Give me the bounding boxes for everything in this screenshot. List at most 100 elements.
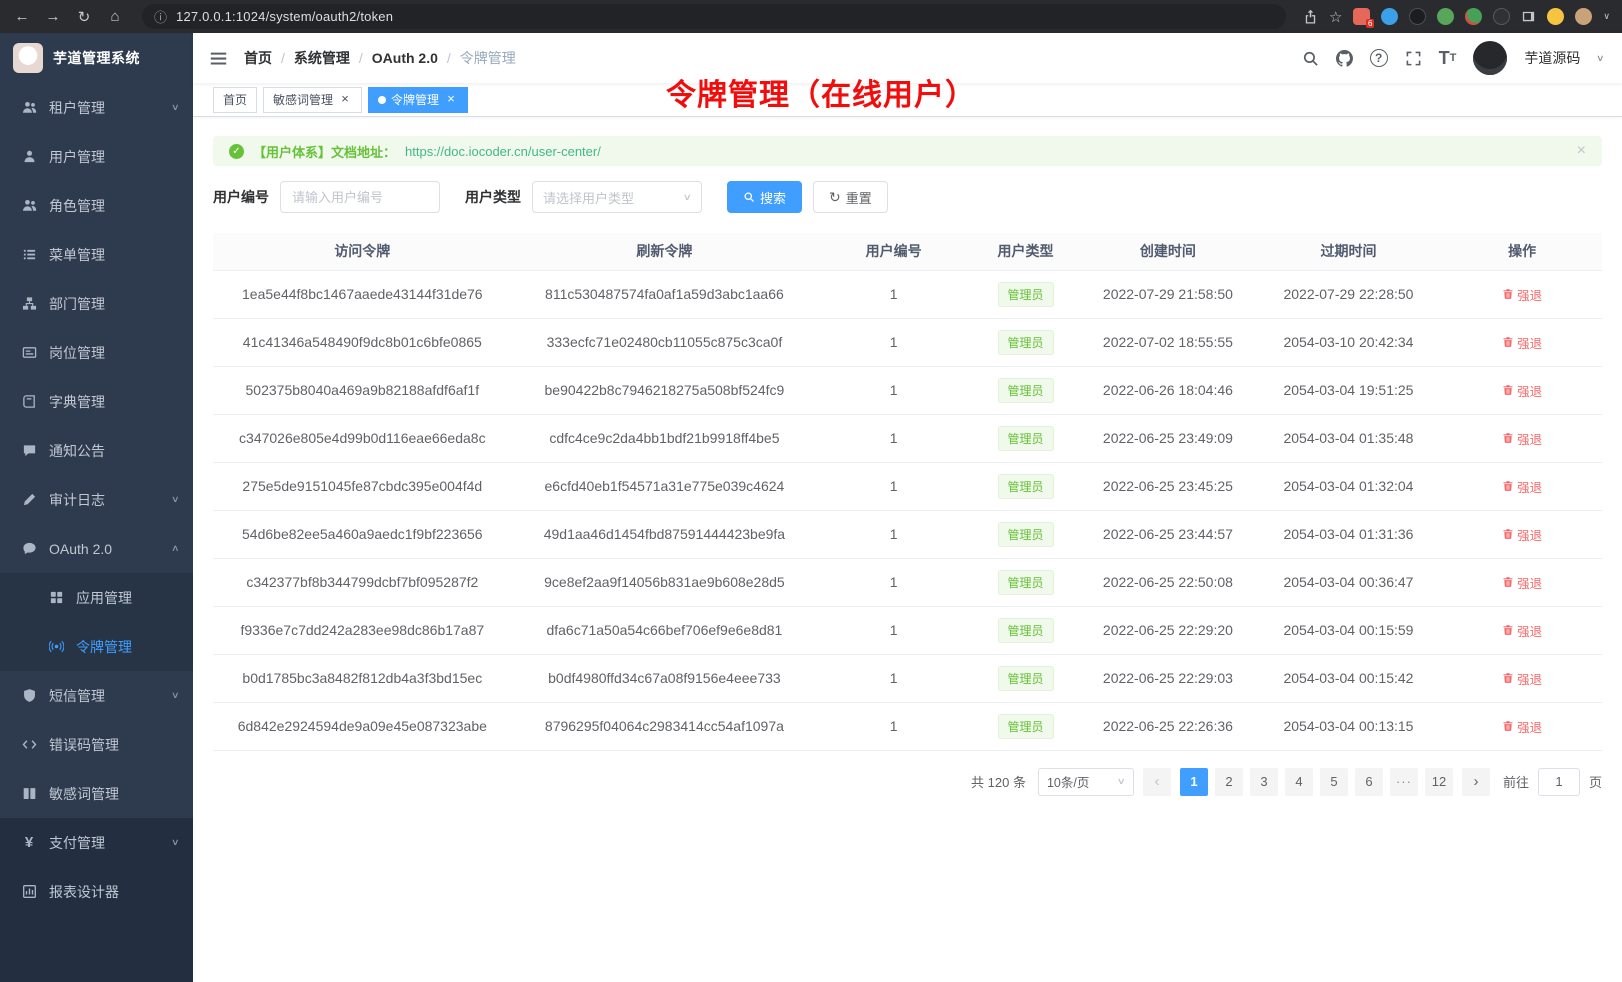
extension-icon[interactable]	[1465, 8, 1482, 25]
font-size-icon[interactable]: TT	[1439, 48, 1457, 69]
address-bar[interactable]: ⓘ 127.0.0.1:1024/system/oauth2/token	[142, 4, 1286, 29]
app-logo[interactable]: 芋道管理系统	[0, 33, 193, 83]
share-icon[interactable]	[1303, 9, 1318, 24]
sidebar-item-sms[interactable]: 短信管理∨	[0, 671, 193, 720]
page-button-6[interactable]: 6	[1355, 768, 1383, 796]
sidebar-item-label: 审计日志	[49, 490, 172, 510]
sidebar-item-report-designer[interactable]: 报表设计器	[0, 867, 193, 916]
hamburger-icon[interactable]	[209, 49, 228, 68]
extension-icon[interactable]	[1493, 8, 1510, 25]
sidebar-item-role[interactable]: 角色管理	[0, 181, 193, 230]
sidebar-item-error-code[interactable]: 错误码管理	[0, 720, 193, 769]
sidebar-item-pay[interactable]: ¥支付管理∨	[0, 818, 193, 867]
next-page-button[interactable]: ›	[1462, 768, 1490, 796]
sidebar-item-sensitive-word[interactable]: 敏感词管理	[0, 769, 193, 818]
sidebar-item-notice[interactable]: 通知公告	[0, 426, 193, 475]
sidebar-item-dept[interactable]: 部门管理	[0, 279, 193, 328]
breadcrumb-item[interactable]: 系统管理	[294, 48, 350, 68]
success-check-icon: ✓	[229, 144, 244, 159]
fullscreen-icon[interactable]	[1405, 50, 1422, 67]
page-button-4[interactable]: 4	[1285, 768, 1313, 796]
user-type-label: 用户类型	[465, 187, 521, 207]
page-button-3[interactable]: 3	[1250, 768, 1278, 796]
force-logout-button[interactable]: 强退	[1502, 429, 1542, 448]
sidebar-item-label: 应用管理	[76, 588, 179, 608]
forward-button[interactable]: →	[43, 8, 63, 25]
trash-icon	[1502, 336, 1514, 348]
user-avatar[interactable]	[1473, 41, 1507, 75]
tab-token[interactable]: 令牌管理 ×	[368, 87, 468, 113]
user-name[interactable]: 芋道源码	[1524, 48, 1580, 68]
extension-icon[interactable]: 6	[1353, 8, 1370, 25]
close-icon[interactable]: ×	[338, 93, 352, 107]
close-icon[interactable]: ×	[444, 93, 458, 107]
breadcrumb-item[interactable]: OAuth 2.0	[372, 50, 438, 66]
reload-button[interactable]: ↻	[74, 8, 94, 26]
force-logout-button[interactable]: 强退	[1502, 717, 1542, 736]
user-type-badge: 管理员	[998, 330, 1054, 355]
table-row: 502375b8040a469a9b82188afdf6af1fbe90422b…	[213, 366, 1602, 414]
page-button-12[interactable]: 12	[1425, 768, 1453, 796]
sidebar-item-label: 租户管理	[49, 98, 172, 118]
prev-page-button[interactable]: ‹	[1143, 768, 1171, 796]
sidebar-item-oauth2-token[interactable]: 令牌管理	[0, 622, 193, 671]
doc-link[interactable]: https://doc.iocoder.cn/user-center/	[405, 144, 601, 159]
sidebar-item-tenant[interactable]: 租户管理∨	[0, 83, 193, 132]
user-type-cell: 管理员	[970, 654, 1081, 702]
force-logout-button[interactable]: 强退	[1502, 333, 1542, 352]
user-id-label: 用户编号	[213, 187, 269, 207]
sidebar-item-oauth2-application[interactable]: 应用管理	[0, 573, 193, 622]
force-logout-button[interactable]: 强退	[1502, 525, 1542, 544]
goto-page-input[interactable]	[1538, 768, 1580, 796]
sidebar-item-dict[interactable]: 字典管理	[0, 377, 193, 426]
force-logout-button[interactable]: 强退	[1502, 285, 1542, 304]
reset-button[interactable]: ↻ 重置	[813, 181, 888, 213]
page-button-2[interactable]: 2	[1215, 768, 1243, 796]
page-button-5[interactable]: 5	[1320, 768, 1348, 796]
create-time-cell: 2022-06-25 22:50:08	[1081, 558, 1255, 606]
extension-icon[interactable]	[1437, 8, 1454, 25]
sidebar-item-user[interactable]: 用户管理	[0, 132, 193, 181]
back-button[interactable]: ←	[12, 8, 32, 25]
chevron-down-icon[interactable]: ∨	[1596, 53, 1605, 64]
search-icon[interactable]	[1302, 50, 1319, 67]
sidebar-item-post[interactable]: 岗位管理	[0, 328, 193, 377]
help-icon[interactable]: ?	[1370, 49, 1388, 67]
browser-profile-avatar[interactable]	[1575, 8, 1592, 25]
chevron-down-icon: ∨	[171, 494, 180, 505]
profile-emoji-avatar[interactable]	[1547, 8, 1564, 25]
chevron-down-icon[interactable]: ∨	[1603, 11, 1610, 22]
extension-icon[interactable]	[1381, 8, 1398, 25]
site-info-icon[interactable]: ⓘ	[154, 7, 167, 26]
tree-icon	[21, 296, 37, 312]
user-type-select[interactable]: 请选择用户类型 ∨	[532, 181, 702, 213]
search-button[interactable]: 搜索	[727, 181, 802, 213]
page-size-select[interactable]: 10条/页 ∨	[1038, 768, 1134, 796]
force-logout-button[interactable]: 强退	[1502, 573, 1542, 592]
column-header: 过期时间	[1255, 233, 1443, 270]
sidebar-item-menu[interactable]: 菜单管理	[0, 230, 193, 279]
sidebar-item-label: OAuth 2.0	[49, 541, 172, 557]
force-logout-button[interactable]: 强退	[1502, 621, 1542, 640]
sidebar-item-label: 敏感词管理	[49, 784, 179, 804]
home-button[interactable]: ⌂	[105, 8, 125, 25]
column-header: 访问令牌	[213, 233, 512, 270]
tab-home[interactable]: 首页	[213, 87, 257, 113]
user-id-input[interactable]	[280, 181, 440, 213]
force-logout-button[interactable]: 强退	[1502, 477, 1542, 496]
force-logout-button[interactable]: 强退	[1502, 669, 1542, 688]
alert-close-icon[interactable]: ×	[1577, 142, 1586, 160]
breadcrumb-separator: /	[447, 50, 451, 66]
page-more-button[interactable]: ···	[1390, 768, 1418, 796]
tab-label: 令牌管理	[391, 91, 439, 108]
extension-icon[interactable]	[1409, 8, 1426, 25]
force-logout-button[interactable]: 强退	[1502, 381, 1542, 400]
sidebar-item-oauth2[interactable]: OAuth 2.0∧	[0, 524, 193, 573]
github-icon[interactable]	[1336, 50, 1353, 67]
breadcrumb-item[interactable]: 首页	[244, 48, 272, 68]
bookmark-star-icon[interactable]: ☆	[1329, 8, 1342, 26]
page-button-1[interactable]: 1	[1180, 768, 1208, 796]
tab-sensitive-word[interactable]: 敏感词管理×	[263, 87, 362, 113]
sidebar-item-audit-log[interactable]: 审计日志∨	[0, 475, 193, 524]
side-panel-icon[interactable]	[1521, 9, 1536, 24]
